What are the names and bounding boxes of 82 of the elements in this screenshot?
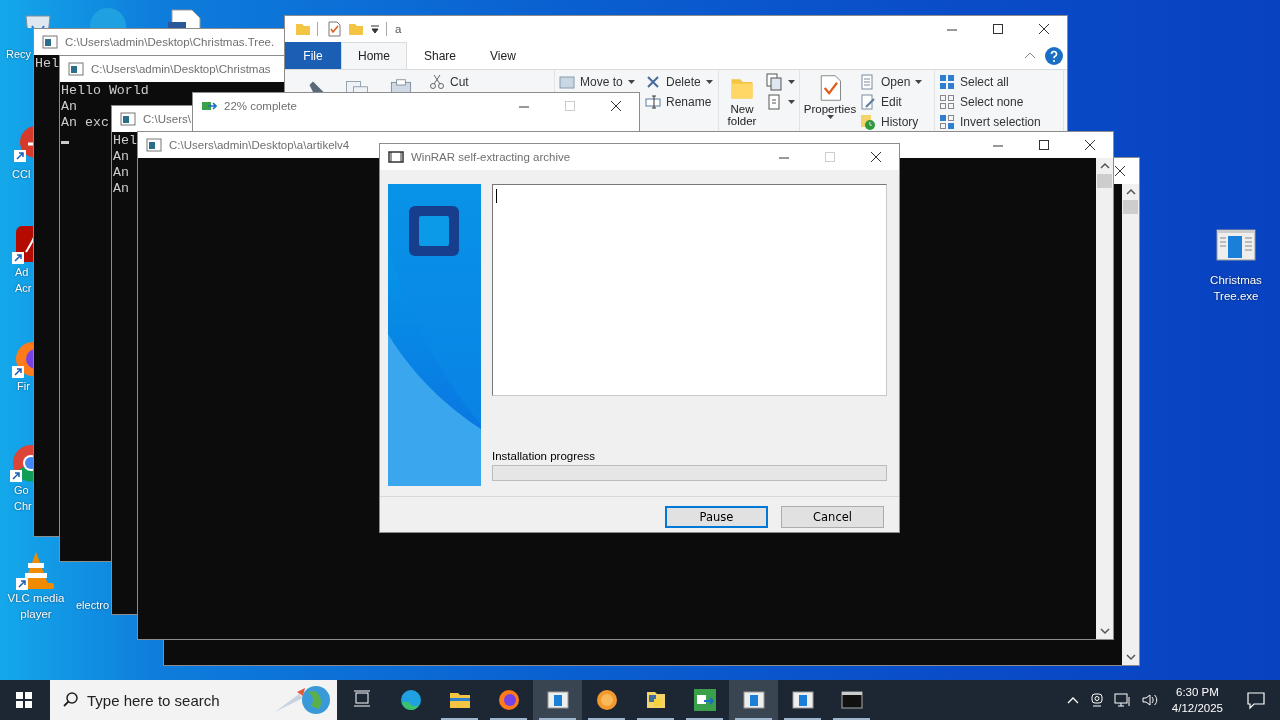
ribbon-button[interactable]: Invert selection	[939, 112, 1041, 132]
edit-icon	[860, 94, 876, 110]
ribbon-button[interactable]: Edit	[860, 92, 923, 112]
console-line: An exc	[61, 115, 109, 131]
console-line: An	[113, 165, 129, 181]
camera-icon[interactable]	[1088, 692, 1105, 708]
rename-icon	[645, 94, 661, 110]
console-line: An	[113, 181, 129, 197]
console-line: Hel	[35, 56, 59, 72]
select-all-icon	[939, 74, 955, 90]
console-line: An	[113, 149, 129, 165]
window-title: C:\Users\admin\Desktop\a\artikelv4	[169, 139, 350, 151]
program-window-icon[interactable]	[742, 689, 765, 711]
console-icon	[42, 34, 58, 50]
terminal-icon[interactable]	[840, 689, 863, 711]
icon-label[interactable]: electro	[76, 597, 110, 613]
ribbon-tab[interactable]: Share	[407, 42, 474, 69]
program-window-icon[interactable]	[791, 689, 814, 711]
easy-access-icon	[765, 93, 783, 111]
clock-date[interactable]: 4/12/2025	[1171, 700, 1223, 716]
folder-icon	[295, 21, 311, 37]
notification-icon[interactable]	[1246, 690, 1266, 710]
ribbon-button[interactable]: Select all	[939, 72, 1041, 92]
ribbon-button[interactable]	[765, 92, 795, 112]
clock-time[interactable]: 6:30 PM	[1176, 684, 1219, 700]
network-icon[interactable]	[1113, 692, 1132, 708]
speaker-icon[interactable]	[1140, 692, 1159, 708]
window-title: C:\Users\admin\Desktop\Christmas	[91, 63, 271, 75]
icon-label[interactable]: Christmas	[1210, 272, 1262, 288]
ribbon-button[interactable]: Open	[860, 72, 923, 92]
dialog-button[interactable]: Pause	[665, 506, 768, 528]
console-icon	[120, 111, 136, 127]
browser-icon[interactable]	[497, 689, 520, 711]
open-icon	[860, 74, 876, 90]
program-window-icon[interactable]	[546, 689, 569, 711]
ribbon-button[interactable]: Delete	[645, 72, 713, 92]
ribbon-button[interactable]: Rename	[645, 92, 713, 112]
copy-progress-icon[interactable]	[693, 689, 716, 711]
scrollbar[interactable]	[1096, 158, 1113, 639]
dialog-button[interactable]: Cancel	[781, 506, 884, 528]
window-title: 22% complete	[224, 100, 297, 112]
search-field[interactable]: Type here to search	[50, 680, 337, 720]
help-icon[interactable]	[1045, 46, 1063, 65]
window-title: WinRAR self-extracting archive	[411, 151, 571, 163]
ribbon-button[interactable]: Cut	[429, 72, 469, 92]
archive-icon	[388, 149, 404, 165]
ribbon-button[interactable]: Properties	[804, 72, 856, 128]
window-title: C:\Users\	[143, 113, 191, 125]
console-icon	[68, 61, 84, 77]
scrollbar[interactable]	[1122, 184, 1139, 665]
app-icon[interactable]	[595, 689, 618, 711]
console-line: Hel	[113, 133, 137, 149]
ribbon-tab[interactable]: Home	[341, 42, 407, 69]
new-item-icon	[765, 73, 783, 91]
ribbon-button[interactable]: New folder	[723, 72, 761, 128]
folder-move-icon	[559, 74, 575, 90]
ribbon-button[interactable]: Select none	[939, 92, 1041, 112]
scissors-icon	[429, 74, 445, 90]
ribbon-tab[interactable]: View	[473, 42, 533, 69]
console-line: Hello World	[61, 83, 149, 99]
select-none-icon	[939, 94, 955, 110]
console-icon	[146, 137, 162, 153]
icon-label[interactable]: Tree.exe	[1213, 288, 1259, 304]
progress-label: Installation progress	[492, 449, 596, 463]
ribbon-button[interactable]: History	[860, 112, 923, 132]
properties-icon[interactable]	[326, 21, 342, 37]
ribbon-button[interactable]: Move to	[559, 72, 639, 92]
search-icon	[62, 691, 80, 709]
pdf-app-icon[interactable]	[12, 224, 33, 264]
delete-icon	[645, 74, 661, 90]
browser-icon[interactable]	[399, 689, 422, 711]
scroll-thumb[interactable]	[1123, 200, 1138, 214]
invert-selection-icon	[939, 114, 955, 130]
traffic-cone-icon[interactable]	[16, 550, 56, 590]
ribbon-tab[interactable]: File	[285, 42, 341, 69]
window-title: a	[395, 23, 402, 35]
text-cursor	[496, 189, 497, 203]
ribbon-button[interactable]	[765, 72, 795, 92]
console-line: An	[61, 99, 77, 115]
window-title: C:\Users\admin\Desktop\Christmas.Tree.	[65, 36, 275, 48]
script-file-icon[interactable]	[644, 689, 667, 711]
scroll-thumb[interactable]	[1097, 174, 1112, 188]
